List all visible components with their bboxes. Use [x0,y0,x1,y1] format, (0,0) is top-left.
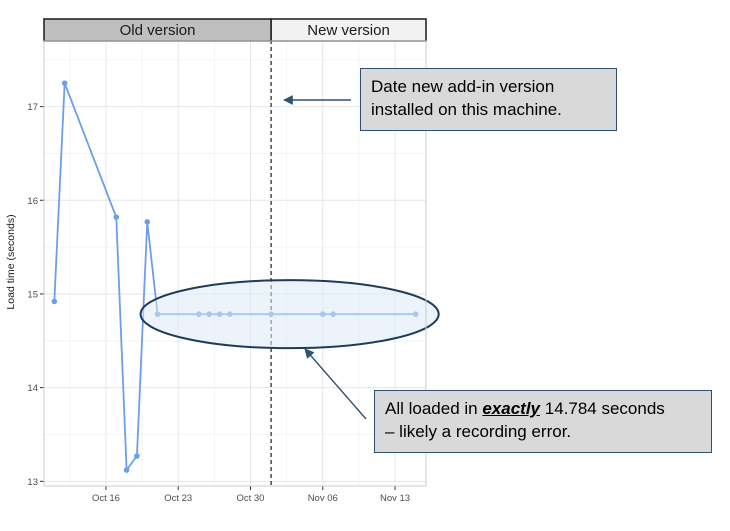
data-point [134,453,140,459]
highlight-ellipse [139,279,440,350]
error-note-pre: All loaded in [385,399,483,418]
y-tick-label: 16 [27,196,38,207]
y-tick-label: 14 [27,383,38,394]
install-date-callout: Date new add-in version installed on thi… [360,68,617,131]
data-point [113,214,120,220]
x-tick-labels: Oct 16 Oct 23 Oct 30 Nov 06 Nov 13 [92,493,410,504]
y-tick-label: 17 [27,102,38,113]
series-points [51,80,419,473]
data-point [144,219,151,225]
series-line [53,82,416,473]
x-tick-label: Oct 16 [92,493,120,504]
data-point [61,80,68,86]
y-axis-label: Load time (seconds) [5,214,17,309]
error-note-emphasis: exactly [482,399,541,418]
x-tick-label: Nov 06 [308,493,338,504]
arrow-to-ellipse [304,348,367,420]
error-note-line1: All loaded in exactly 14.784 seconds [385,397,701,420]
x-tick-label: Nov 13 [380,493,410,504]
install-note-line1: Date new add-in version [371,77,555,96]
error-note-line2: – likely a recording error. [385,422,572,441]
recording-error-callout: All loaded in exactly 14.784 seconds – l… [374,390,712,453]
x-tick-label: Oct 30 [236,493,264,504]
y-tick-label: 13 [27,477,38,488]
data-point [123,467,130,473]
strip-old-label: Old version [120,22,196,39]
strip-new-label: New version [307,22,390,39]
error-note-post: 14.784 seconds [540,399,665,418]
install-note-line2: installed on this machine. [371,100,562,119]
x-tick-label: Oct 23 [164,493,192,504]
data-point [51,298,58,305]
y-tick-labels: 13 14 15 16 17 [27,102,38,488]
y-tick-label: 15 [27,289,38,300]
